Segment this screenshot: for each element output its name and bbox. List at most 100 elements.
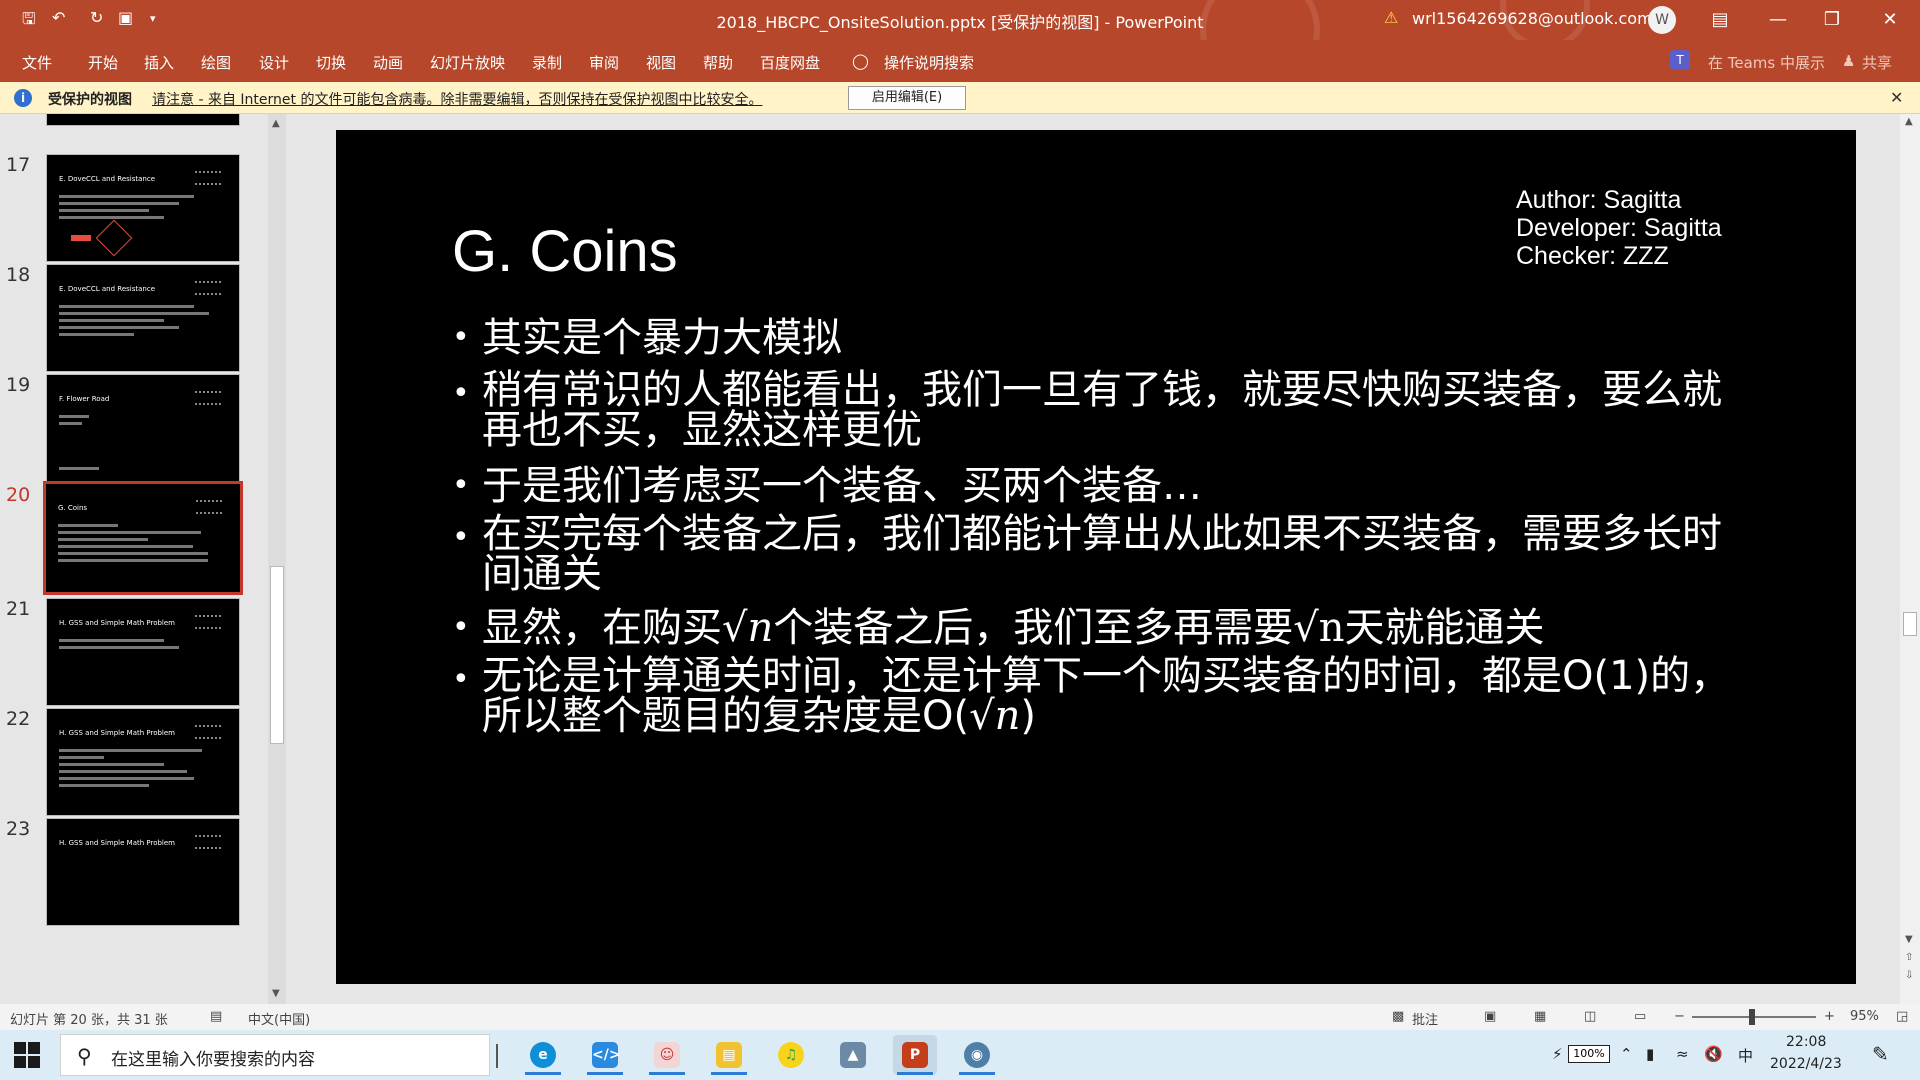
previous-slide-icon[interactable]: ⇧ bbox=[1905, 952, 1913, 963]
zoom-slider-handle[interactable] bbox=[1749, 1009, 1755, 1025]
tab-file[interactable]: 文件 bbox=[22, 52, 52, 73]
plug-icon[interactable]: ⚡ bbox=[1552, 1045, 1563, 1063]
ribbon-display-icon[interactable]: ▤ bbox=[1700, 6, 1740, 34]
slide-sorter-icon[interactable]: ▦ bbox=[1534, 1009, 1546, 1024]
fit-to-window-icon[interactable]: ◲ bbox=[1896, 1009, 1908, 1024]
close-icon[interactable]: ✕ bbox=[1870, 6, 1910, 34]
customize-icon[interactable]: ▾ bbox=[150, 12, 156, 25]
slide-scrollbar-handle[interactable] bbox=[1903, 612, 1917, 636]
thumbnail-preview[interactable]: H. GSS and Simple Math Problem bbox=[46, 598, 240, 706]
present-icon[interactable]: ▣ bbox=[118, 8, 133, 27]
share-button[interactable]: 共享 bbox=[1862, 52, 1892, 73]
thumbnail-preview[interactable]: H. GSS and Simple Math Problem bbox=[46, 818, 240, 926]
volume-mute-icon[interactable]: 🔇 bbox=[1704, 1045, 1723, 1063]
battery-indicator[interactable]: 100% bbox=[1568, 1045, 1610, 1063]
restore-icon[interactable]: ❐ bbox=[1812, 6, 1852, 34]
notification-icon[interactable]: ✎ bbox=[1872, 1042, 1889, 1066]
bullet-1[interactable]: • 其实是个暴力大模拟 bbox=[452, 314, 1752, 362]
present-in-teams[interactable]: 在 Teams 中展示 bbox=[1708, 52, 1825, 73]
close-icon[interactable]: ✕ bbox=[1890, 88, 1903, 107]
edge-icon[interactable]: e bbox=[521, 1035, 565, 1075]
clock-date[interactable]: 2022/4/23 bbox=[1770, 1056, 1842, 1072]
tab-transitions[interactable]: 切换 bbox=[316, 52, 346, 73]
zoom-in-icon[interactable]: + bbox=[1824, 1009, 1835, 1024]
thumbnail-scrollbar[interactable] bbox=[268, 114, 286, 1004]
protected-view-message[interactable]: 请注意 - 来自 Internet 的文件可能包含病毒。除非需要编辑，否则保持在… bbox=[152, 89, 762, 109]
tab-design[interactable]: 设计 bbox=[259, 52, 289, 73]
music-app-icon[interactable]: ♫ bbox=[769, 1035, 813, 1075]
anime-app-icon[interactable]: ☺ bbox=[645, 1035, 689, 1075]
normal-view-icon[interactable]: ▣ bbox=[1484, 1009, 1496, 1024]
bullet-6[interactable]: • 无论是计算通关时间，还是计算下一个购买装备的时间，都是O(1)的，所以整个题… bbox=[452, 656, 1752, 736]
thumbnail-preview[interactable]: G. Coins bbox=[43, 481, 243, 595]
windows-start-icon[interactable] bbox=[14, 1042, 42, 1070]
thumbnail-scrollbar-handle[interactable] bbox=[270, 566, 284, 744]
wifi-icon[interactable]: ≈ bbox=[1676, 1045, 1689, 1063]
bullet-5[interactable]: • 显然，在购买√n个装备之后，我们至多再需要√n天就能通关 bbox=[452, 604, 1752, 652]
reading-view-icon[interactable]: ◫ bbox=[1584, 1009, 1596, 1024]
scroll-down-icon[interactable]: ▼ bbox=[1905, 934, 1913, 945]
share-icon[interactable]: ♟ bbox=[1842, 52, 1855, 70]
thumbnail-preview[interactable]: H. GSS and Simple Math Problem bbox=[46, 708, 240, 816]
undo-icon[interactable]: ↶ bbox=[52, 8, 65, 27]
tab-baidu-netdisk[interactable]: 百度网盘 bbox=[760, 52, 820, 73]
thumbnail-partial[interactable] bbox=[46, 114, 240, 126]
bullet-2[interactable]: • 稍有常识的人都能看出，我们一旦有了钱，就要尽快购买装备，要么就再也不买，显然… bbox=[452, 370, 1752, 450]
chevron-up-icon[interactable]: ⌃ bbox=[1620, 1045, 1633, 1063]
thumbnail-preview[interactable]: E. DoveCCL and Resistance bbox=[46, 264, 240, 372]
thumbnail-slide-20[interactable]: 20 G. Coins bbox=[0, 481, 260, 614]
tab-insert[interactable]: 插入 bbox=[144, 52, 174, 73]
battery-icon[interactable]: ▮ bbox=[1646, 1045, 1654, 1063]
tab-help[interactable]: 帮助 bbox=[703, 52, 733, 73]
scroll-up-icon[interactable]: ▲ bbox=[272, 118, 280, 129]
comment-icon[interactable]: ▩ bbox=[1392, 1009, 1404, 1024]
tab-draw[interactable]: 绘图 bbox=[201, 52, 231, 73]
enable-editing-button[interactable]: 启用编辑(E) bbox=[848, 86, 966, 110]
tab-review[interactable]: 审阅 bbox=[589, 52, 619, 73]
avatar[interactable]: W bbox=[1648, 6, 1676, 34]
taskbar-search-input[interactable]: ⚲ 在这里输入你要搜索的内容 bbox=[60, 1034, 490, 1076]
ime-indicator[interactable]: 中 bbox=[1738, 1045, 1753, 1066]
slide-developer[interactable]: Developer: Sagitta bbox=[1516, 214, 1722, 243]
tab-slideshow[interactable]: 幻灯片放映 bbox=[430, 52, 505, 73]
bullet-3[interactable]: • 于是我们考虑买一个装备、买两个装备… bbox=[452, 462, 1752, 510]
account-name[interactable]: wrl1564269628@outlook.com bbox=[1412, 9, 1653, 28]
file-explorer-icon[interactable]: ▤ bbox=[707, 1035, 751, 1075]
slide-author[interactable]: Author: Sagitta bbox=[1516, 186, 1681, 215]
thumbnail-preview[interactable]: F. Flower Road bbox=[46, 374, 240, 482]
minimize-icon[interactable]: — bbox=[1758, 6, 1798, 34]
photos-app-icon[interactable]: ▲ bbox=[831, 1035, 875, 1075]
bullet-dot: • bbox=[452, 376, 470, 411]
bullet-4[interactable]: • 在买完每个装备之后，我们都能计算出从此如果不买装备，需要多长时间通关 bbox=[452, 514, 1752, 594]
vscode-icon[interactable]: </> bbox=[583, 1035, 627, 1075]
redo-icon[interactable]: ↻ bbox=[90, 8, 103, 27]
thumbnail-title: E. DoveCCL and Resistance bbox=[59, 175, 156, 183]
language-indicator[interactable]: 中文(中国) bbox=[248, 1009, 310, 1028]
tab-home[interactable]: 开始 bbox=[88, 52, 118, 73]
tell-me-search[interactable]: 操作说明搜索 bbox=[884, 52, 974, 73]
slide-scrollbar[interactable]: ▲ ▼ ⇧ ⇩ bbox=[1900, 114, 1920, 1004]
thumbnail-preview[interactable]: E. DoveCCL and Resistance bbox=[46, 154, 240, 262]
thumbnail-slide-23[interactable]: 23 H. GSS and Simple Math Problem bbox=[0, 818, 260, 948]
tab-record[interactable]: 录制 bbox=[532, 52, 562, 73]
tab-view[interactable]: 视图 bbox=[646, 52, 676, 73]
zoom-level[interactable]: 95% bbox=[1850, 1009, 1879, 1024]
comments-button[interactable]: 批注 bbox=[1412, 1009, 1438, 1028]
slide-checker[interactable]: Checker: ZZZ bbox=[1516, 242, 1669, 271]
save-icon[interactable]: 🖫 bbox=[22, 8, 36, 35]
sqrt-n-formula: √n bbox=[969, 693, 1021, 739]
tab-animations[interactable]: 动画 bbox=[373, 52, 403, 73]
scroll-up-icon[interactable]: ▲ bbox=[1905, 116, 1913, 127]
next-slide-icon[interactable]: ⇩ bbox=[1905, 970, 1913, 981]
bullet-text: 于是我们考虑买一个装备、买两个装备… bbox=[482, 463, 1202, 509]
warning-icon[interactable]: ⚠ bbox=[1384, 8, 1398, 27]
clock-time[interactable]: 22:08 bbox=[1786, 1034, 1826, 1050]
accessibility-icon[interactable]: ▤ bbox=[210, 1009, 222, 1024]
slide-canvas[interactable]: G. Coins Author: Sagitta Developer: Sagi… bbox=[336, 130, 1856, 984]
scroll-down-icon[interactable]: ▼ bbox=[272, 988, 280, 999]
slide-title[interactable]: G. Coins bbox=[452, 218, 678, 285]
globe-app-icon[interactable]: ◉ bbox=[955, 1035, 999, 1075]
zoom-out-icon[interactable]: − bbox=[1674, 1009, 1685, 1024]
slideshow-icon[interactable]: ▭ bbox=[1634, 1009, 1646, 1024]
powerpoint-icon[interactable]: P bbox=[893, 1035, 937, 1075]
